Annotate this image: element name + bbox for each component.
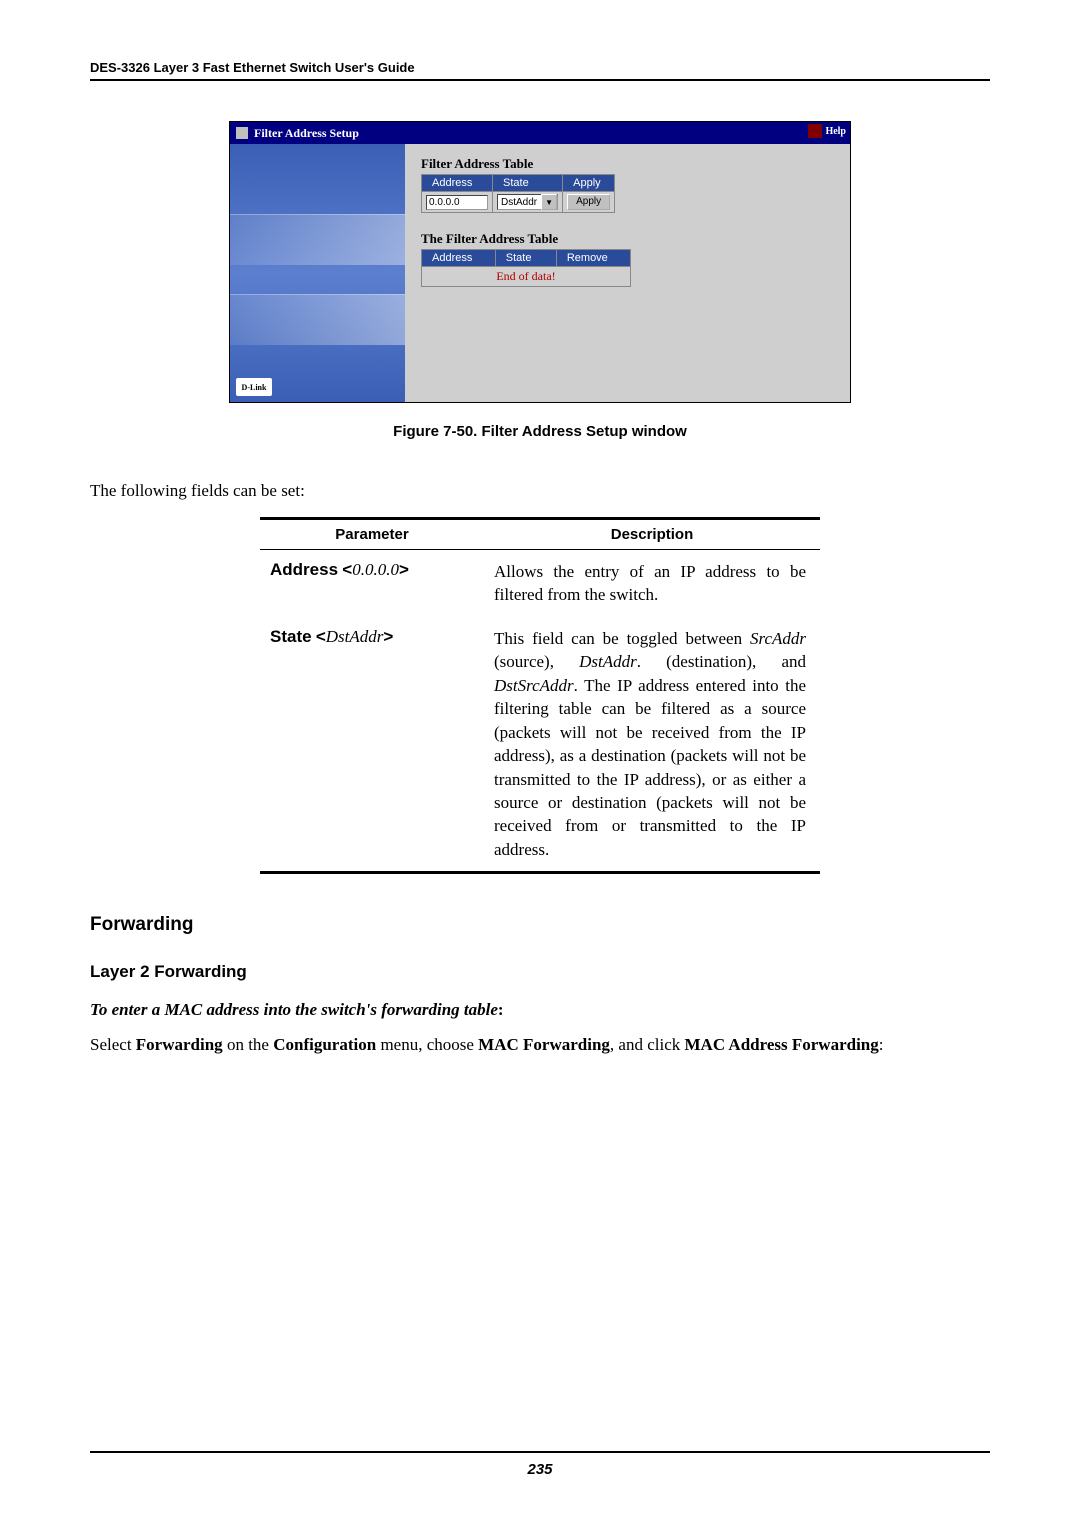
chevron-down-icon: ▼ bbox=[541, 194, 557, 210]
dlink-logo: D-Link bbox=[236, 378, 272, 396]
parameter-table: Parameter Description Address <0.0.0.0> … bbox=[260, 517, 820, 874]
nav-instruction: Select Forwarding on the Configuration m… bbox=[90, 1034, 990, 1057]
help-label: Help bbox=[825, 126, 846, 137]
forwarding-heading: Forwarding bbox=[90, 914, 990, 936]
figure-wrap: Filter Address Setup Help D-Link Filter … bbox=[90, 121, 990, 403]
filter-address-table-title: Filter Address Table bbox=[421, 156, 834, 172]
param-address-val: 0.0.0.0 bbox=[352, 560, 399, 579]
window-icon bbox=[236, 127, 248, 139]
help-button[interactable]: Help bbox=[808, 124, 846, 138]
param-address-name: Address bbox=[270, 560, 338, 579]
param-state-desc: This field can be toggled between SrcAdd… bbox=[484, 617, 820, 873]
window-title: Filter Address Setup bbox=[254, 126, 359, 141]
th-address-2: Address bbox=[422, 250, 496, 267]
window-titlebar: Filter Address Setup Help bbox=[230, 122, 850, 144]
layer2-forwarding-heading: Layer 2 Forwarding bbox=[90, 962, 990, 982]
window-content: Filter Address Table Address State Apply… bbox=[405, 144, 850, 402]
param-address-desc: Allows the entry of an IP address to be … bbox=[484, 549, 820, 616]
the-filter-address-table-title: The Filter Address Table bbox=[421, 231, 834, 247]
th-parameter: Parameter bbox=[260, 518, 484, 549]
state-select-value: DstAddr bbox=[501, 197, 537, 208]
th-apply: Apply bbox=[563, 175, 615, 192]
lead-instruction: To enter a MAC address into the switch's… bbox=[90, 1000, 990, 1020]
th-address: Address bbox=[422, 175, 493, 192]
page-header: DES-3326 Layer 3 Fast Ethernet Switch Us… bbox=[90, 60, 990, 81]
state-select[interactable]: DstAddr ▼ bbox=[497, 194, 558, 210]
figure-caption: Figure 7-50. Filter Address Setup window bbox=[90, 423, 990, 440]
page-number: 235 bbox=[90, 1451, 990, 1478]
th-description: Description bbox=[484, 518, 820, 549]
param-state-val: DstAddr bbox=[326, 627, 384, 646]
table-row: State <DstAddr> This field can be toggle… bbox=[260, 617, 820, 873]
intro-text: The following fields can be set: bbox=[90, 480, 990, 503]
param-state-name: State bbox=[270, 627, 312, 646]
end-of-data: End of data! bbox=[422, 267, 631, 287]
th-state: State bbox=[493, 175, 563, 192]
th-remove: Remove bbox=[556, 250, 630, 267]
address-input[interactable] bbox=[426, 195, 488, 210]
help-icon bbox=[808, 124, 822, 138]
filter-address-input-table: Address State Apply DstAddr ▼ bbox=[421, 174, 615, 213]
apply-button[interactable]: Apply bbox=[567, 194, 610, 210]
sidebar-decor: D-Link bbox=[230, 144, 405, 402]
table-row: Address <0.0.0.0> Allows the entry of an… bbox=[260, 549, 820, 616]
the-filter-address-table: Address State Remove End of data! bbox=[421, 249, 631, 287]
th-state-2: State bbox=[495, 250, 556, 267]
filter-address-setup-window: Filter Address Setup Help D-Link Filter … bbox=[229, 121, 851, 403]
